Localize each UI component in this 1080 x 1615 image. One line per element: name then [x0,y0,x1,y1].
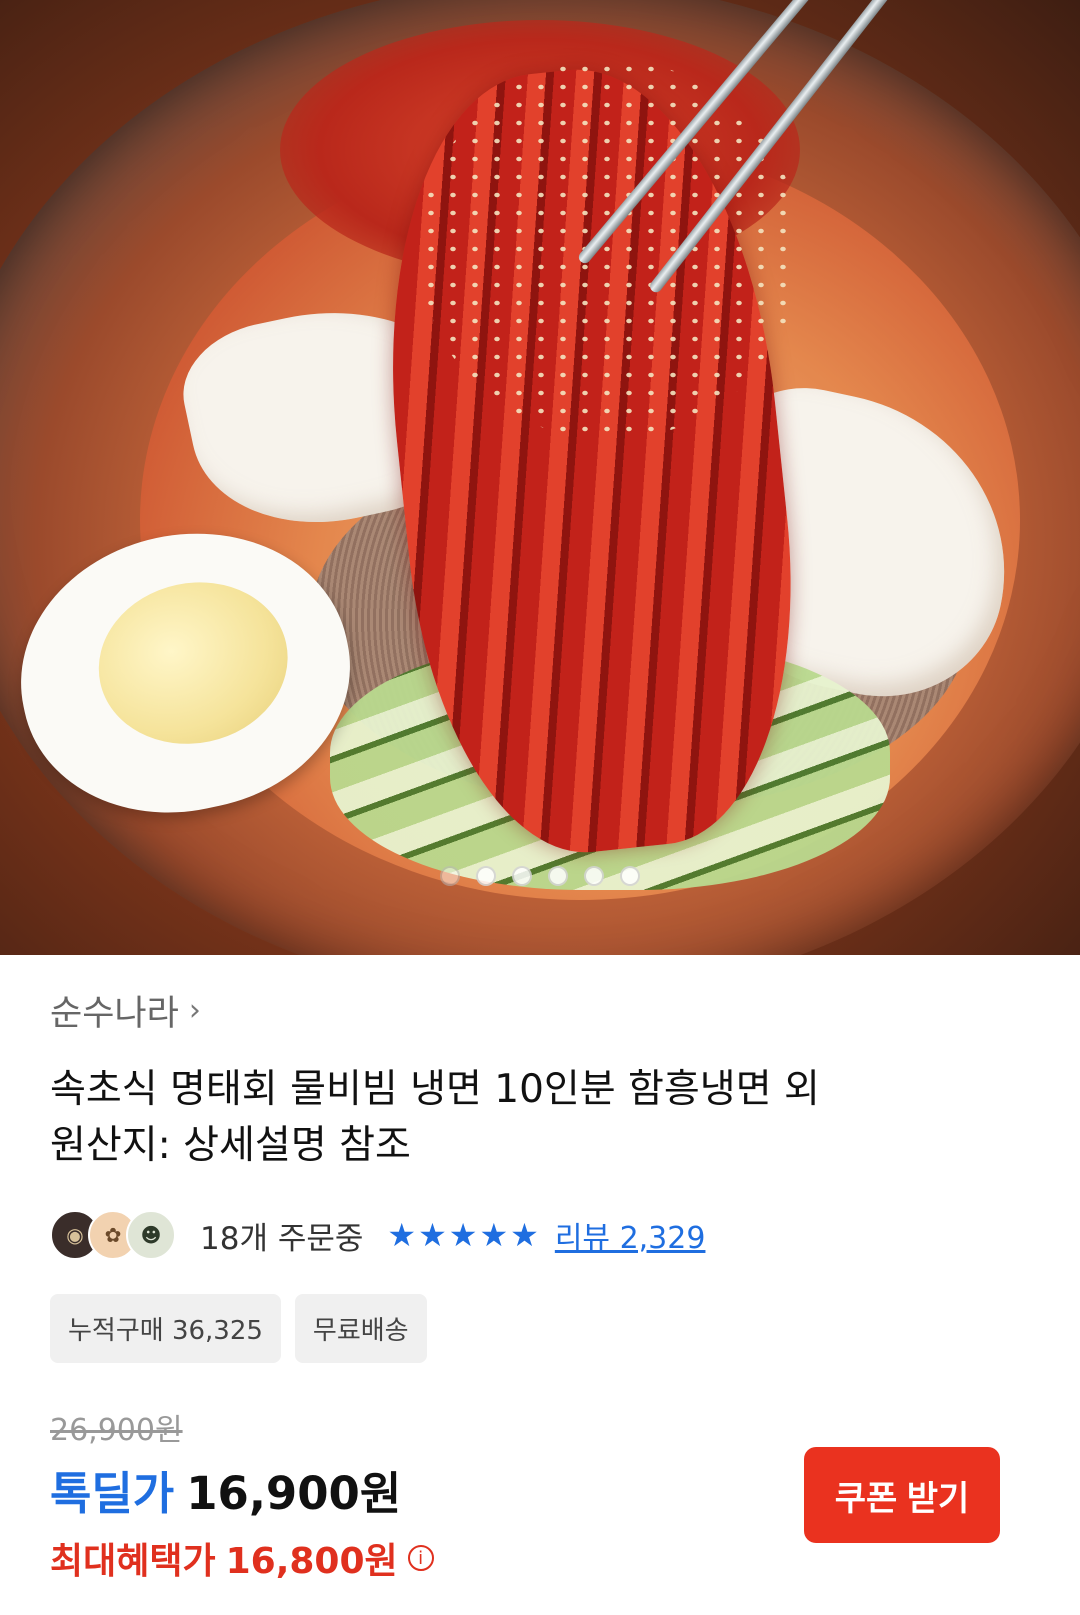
tag-cumulative-purchases: 누적구매 36,325 [50,1294,281,1363]
star-rating-icon: ★★★★★ [387,1216,541,1254]
get-coupon-button[interactable]: 쿠폰 받기 [804,1447,1000,1543]
max-benefit-label: 최대혜택가 [50,1541,216,1582]
carousel-indicator [0,866,1080,886]
chevron-right-icon: › [188,993,201,1028]
carousel-dot[interactable] [584,866,604,886]
product-info: 순수나라 › 속초식 명태회 물비빔 냉면 10인분 함흥냉면 외 원산지: 상… [0,985,1080,1584]
product-title: 속초식 명태회 물비빔 냉면 10인분 함흥냉면 외 원산지: 상세설명 참조 [50,1062,1030,1174]
deal-label: 톡딜가 [50,1467,175,1520]
egg-yolk-image [83,565,303,762]
carousel-dot[interactable] [476,866,496,886]
price-section: 26,900원 톡딜가 16,900원 최대혜택가 16,800원 i 쿠폰 받… [50,1405,1030,1584]
product-image-carousel[interactable] [0,0,1080,955]
seller-link[interactable]: 순수나라 › [50,985,1030,1036]
max-benefit-price: 16,800원 [225,1541,398,1582]
deal-price: 16,900원 [186,1467,402,1520]
sesame-seeds-image [420,60,800,440]
product-tags: 누적구매 36,325 무료배송 [50,1294,1030,1363]
carousel-dot[interactable] [620,866,640,886]
seller-name[interactable]: 순수나라 [50,985,179,1036]
product-title-line1: 속초식 명태회 물비빔 냉면 10인분 함흥냉면 외 [50,1067,820,1112]
reviews-link[interactable]: 리뷰 2,329 [555,1213,706,1257]
tag-free-shipping: 무료배송 [294,1294,427,1363]
info-icon[interactable]: i [407,1545,434,1571]
buyer-avatars: ◉ ✿ ☻ [50,1210,176,1260]
product-title-line2: 원산지: 상세설명 참조 [50,1123,411,1168]
carousel-dot[interactable] [440,866,460,886]
carousel-dot[interactable] [548,866,568,886]
original-price: 26,900원 [50,1413,183,1448]
carousel-dot[interactable] [512,866,532,886]
social-proof-row: ◉ ✿ ☻ 18개 주문중 ★★★★★ 리뷰 2,329 [50,1210,1030,1260]
order-count: 18개 주문중 [200,1220,364,1257]
avatar: ☻ [126,1210,176,1260]
